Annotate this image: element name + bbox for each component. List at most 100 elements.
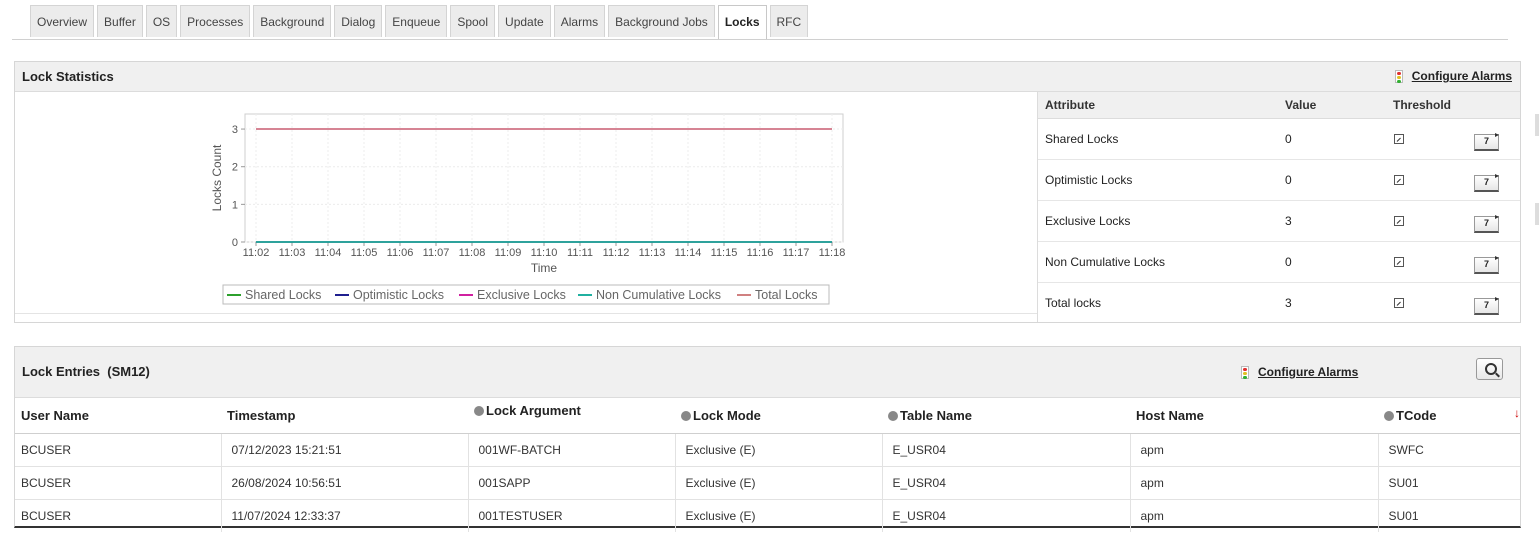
attribute-table: Attribute Value Threshold Shared Locks 0 7… bbox=[1038, 92, 1520, 323]
tab-enqueue[interactable]: Enqueue bbox=[385, 5, 448, 37]
table-row[interactable]: BCUSER 07/12/2023 15:21:51 001WF-BATCH Excl… bbox=[15, 433, 1520, 467]
lock-chart-area: 11:02 11:03 11:04 11:05 11:06 11:07 11:08 11:09… bbox=[15, 92, 1038, 322]
column-header-tcode[interactable]: TCode ↓ bbox=[1378, 398, 1520, 434]
lock-statistics-panel: Lock Statistics Configure Alarms 11:02 11… bbox=[14, 61, 1521, 323]
tab-background-jobs[interactable]: Background Jobs bbox=[608, 5, 715, 37]
tab-processes[interactable]: Processes bbox=[180, 5, 251, 37]
table-row[interactable]: BCUSER 26/08/2024 10:56:51 001SAPP Exclusiv… bbox=[15, 466, 1520, 500]
column-header-user-name[interactable]: User Name bbox=[15, 398, 221, 434]
x-tick-label: 11:10 bbox=[531, 247, 558, 259]
cell-lock-mode: Exclusive (E) bbox=[675, 433, 883, 467]
tab-background[interactable]: Background bbox=[253, 5, 332, 37]
x-tick-label: 11:09 bbox=[495, 247, 522, 259]
column-header-label: Lock Argument bbox=[486, 403, 581, 418]
x-axis-label: Time bbox=[531, 261, 558, 275]
threshold-cell: 7 bbox=[1386, 241, 1520, 283]
configure-alarms-label: Configure Alarms bbox=[1411, 69, 1512, 83]
column-header-lock-mode[interactable]: Lock Mode bbox=[675, 398, 882, 434]
cell-table-name: E_USR04 bbox=[882, 466, 1131, 500]
column-header-label: Lock Mode bbox=[693, 408, 761, 423]
tab-alarms[interactable]: Alarms bbox=[553, 5, 606, 37]
filter-dot-icon[interactable] bbox=[1384, 411, 1394, 421]
x-tick-label: 11:03 bbox=[279, 247, 306, 259]
threshold-button[interactable]: 7 bbox=[1474, 214, 1499, 233]
cell-tcode: SU01 bbox=[1388, 509, 1419, 523]
attribute-name: Shared Locks bbox=[1038, 118, 1278, 160]
threshold-button[interactable]: 7 bbox=[1474, 255, 1499, 274]
side-scroll-tab[interactable] bbox=[1535, 203, 1539, 225]
tab-overview[interactable]: Overview bbox=[30, 5, 95, 37]
external-link-icon[interactable] bbox=[1394, 215, 1404, 226]
tab-rfc[interactable]: RFC bbox=[769, 5, 809, 37]
external-link-icon[interactable] bbox=[1394, 133, 1404, 144]
search-icon bbox=[1485, 363, 1497, 375]
tab-dialog[interactable]: Dialog bbox=[334, 5, 383, 37]
search-button[interactable] bbox=[1476, 358, 1503, 380]
cell-table-name: E_USR04 bbox=[882, 433, 1131, 467]
cell-timestamp: 07/12/2023 15:21:51 bbox=[221, 433, 469, 467]
filter-dot-icon[interactable] bbox=[888, 411, 898, 421]
external-link-icon[interactable] bbox=[1394, 174, 1404, 185]
cell-timestamp: 26/08/2024 10:56:51 bbox=[221, 466, 469, 500]
column-header-label: User Name bbox=[21, 408, 89, 423]
configure-alarms-link[interactable]: Configure Alarms bbox=[1241, 365, 1358, 379]
cell-lock-argument: 001WF-BATCH bbox=[468, 433, 676, 467]
x-tick-label: 11:13 bbox=[639, 247, 666, 259]
tab-os[interactable]: OS bbox=[145, 5, 178, 37]
attribute-name: Non Cumulative Locks bbox=[1038, 241, 1278, 283]
threshold-button[interactable]: 7 bbox=[1474, 132, 1499, 151]
lock-statistics-title: Lock Statistics bbox=[22, 69, 114, 84]
threshold-button[interactable]: 7 bbox=[1474, 173, 1499, 192]
configure-alarms-link[interactable]: Configure Alarms bbox=[1394, 69, 1512, 83]
attribute-row: Total locks 3 7 bbox=[1038, 283, 1520, 324]
cell-host-name: apm bbox=[1130, 466, 1379, 500]
lock-entries-panel: Lock Entries (SM12) Configure Alarms Use… bbox=[14, 346, 1521, 532]
cell-timestamp: 11/07/2024 12:33:37 bbox=[221, 499, 469, 532]
sort-descending-icon[interactable]: ↓ bbox=[1514, 406, 1520, 420]
x-tick-label: 11:12 bbox=[603, 247, 630, 259]
x-tick-label: 11:15 bbox=[711, 247, 738, 259]
column-header-label: Host Name bbox=[1136, 408, 1204, 423]
legend-label: Optimistic Locks bbox=[353, 288, 444, 302]
tab-locks[interactable]: Locks bbox=[717, 5, 767, 39]
column-header-lock-argument[interactable]: Lock Argument bbox=[468, 398, 675, 434]
external-link-icon[interactable] bbox=[1394, 297, 1404, 308]
value-header: Value bbox=[1278, 92, 1386, 119]
lock-entries-title: Lock Entries (SM12) bbox=[22, 364, 150, 379]
traffic-light-icon bbox=[1241, 365, 1249, 379]
column-header-table-name[interactable]: Table Name bbox=[882, 398, 1130, 434]
external-link-icon[interactable] bbox=[1394, 256, 1404, 267]
x-tick-label: 11:06 bbox=[387, 247, 414, 259]
threshold-cell: 7 bbox=[1386, 200, 1520, 242]
attribute-row: Optimistic Locks 0 7 bbox=[1038, 159, 1520, 201]
cell-lock-mode: Exclusive (E) bbox=[675, 466, 883, 500]
column-header-host-name[interactable]: Host Name bbox=[1130, 398, 1378, 434]
attribute-name: Exclusive Locks bbox=[1038, 200, 1278, 242]
tab-update[interactable]: Update bbox=[498, 5, 551, 37]
cell-lock-argument: 001SAPP bbox=[468, 466, 676, 500]
column-header-label: Timestamp bbox=[227, 408, 296, 423]
column-header-label: Table Name bbox=[900, 408, 973, 423]
filter-dot-icon[interactable] bbox=[474, 406, 484, 416]
threshold-button[interactable]: 7 bbox=[1474, 296, 1499, 315]
filter-dot-icon[interactable] bbox=[681, 411, 691, 421]
attribute-name: Total locks bbox=[1045, 296, 1102, 310]
attribute-value: 0 bbox=[1278, 241, 1386, 283]
cell-host-name: apm bbox=[1130, 499, 1379, 532]
table-row[interactable]: BCUSER 11/07/2024 12:33:37 001TESTUSER Excl… bbox=[15, 499, 1520, 532]
legend-label: Exclusive Locks bbox=[477, 288, 566, 302]
y-tick-label: 2 bbox=[232, 162, 238, 174]
threshold-header: Threshold bbox=[1386, 92, 1520, 119]
attribute-row: Shared Locks 0 7 bbox=[1038, 118, 1520, 160]
side-scroll-tab[interactable] bbox=[1535, 114, 1539, 136]
configure-alarms-label: Configure Alarms bbox=[1258, 365, 1359, 379]
lock-entries-header: Lock Entries (SM12) Configure Alarms bbox=[15, 347, 1520, 398]
cell-tcode: SWFC bbox=[1378, 433, 1520, 467]
tab-spool[interactable]: Spool bbox=[450, 5, 496, 37]
y-tick-label: 1 bbox=[232, 199, 238, 211]
y-tick-label: 0 bbox=[232, 237, 238, 249]
tab-buffer[interactable]: Buffer bbox=[97, 5, 143, 37]
y-axis-label: Locks Count bbox=[210, 144, 224, 211]
column-header-timestamp[interactable]: Timestamp bbox=[221, 398, 468, 434]
locks-line-chart: 11:02 11:03 11:04 11:05 11:06 11:07 11:08 11:09… bbox=[210, 113, 845, 305]
